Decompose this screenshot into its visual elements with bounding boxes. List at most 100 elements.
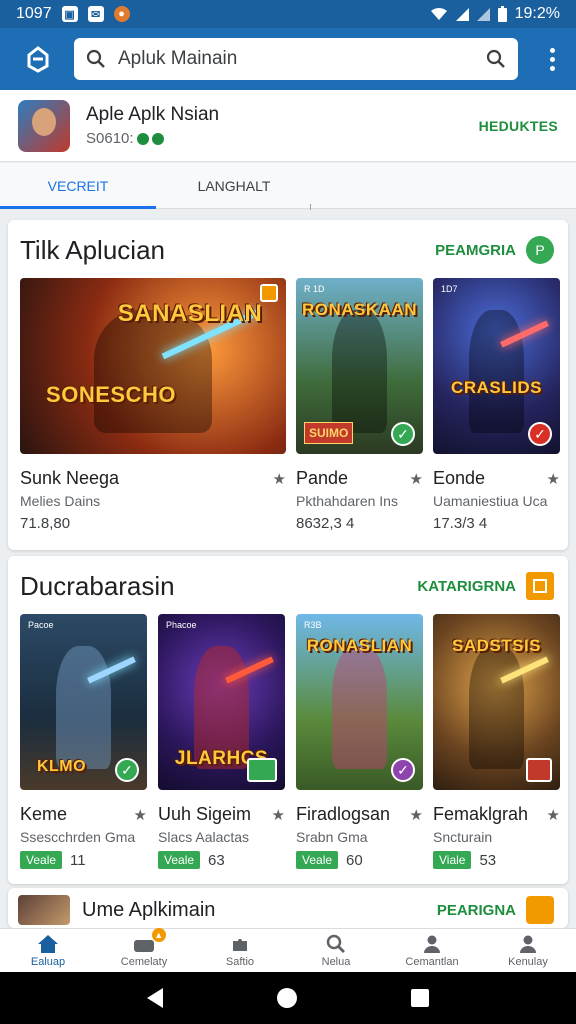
star-icon[interactable]: ★: [410, 806, 423, 824]
section-badge-icon[interactable]: [526, 896, 554, 924]
home-icon: [36, 934, 60, 954]
mail-icon: ✉: [87, 6, 104, 22]
app-rating: 11: [70, 851, 86, 869]
verified-icon: [136, 132, 149, 145]
header-action-link[interactable]: HEDUKTES: [479, 118, 558, 134]
back-icon[interactable]: [147, 988, 163, 1008]
section-thumbnail[interactable]: [18, 895, 70, 925]
star-icon[interactable]: ★: [272, 806, 285, 824]
value-chip: Veale: [296, 851, 339, 869]
app-name: Femaklgrah: [433, 804, 529, 824]
app-developer: Pkthahdaren Ins: [296, 493, 398, 509]
app-tile-artwork[interactable]: Phacoe JLARHCS: [158, 614, 285, 790]
installed-check-icon: ✓: [115, 758, 139, 782]
app-icon[interactable]: [18, 99, 70, 152]
section-more-link[interactable]: PEAMGRIA: [435, 242, 516, 259]
tab-langhalt[interactable]: LANGHALT: [156, 163, 312, 208]
status-bar: 1097 ▣ ✉ ● 19:2%: [0, 0, 576, 28]
app-developer: Uamaniestiua Uca: [433, 493, 548, 509]
value-chip: Viale: [433, 851, 472, 869]
nav-label: Kenulay: [508, 955, 548, 968]
grid-view-icon[interactable]: [526, 572, 554, 600]
section-more-apps: Ume Aplkimain PEARIGNA: [8, 888, 568, 928]
artwork-title: SONESCHO: [46, 382, 176, 407]
app-tile-artwork[interactable]: R 1D RONASKAAN SUIMO ✓: [296, 278, 423, 454]
nav-item-games[interactable]: ▲ Cemelaty: [96, 928, 192, 972]
person-icon: [420, 934, 444, 954]
app-subtitle: S0610:: [86, 130, 219, 147]
app-tile[interactable]: 1D7 CRASLIDS ✓ Eonde ★ Uamaniestiua Uca 1…: [433, 278, 560, 532]
nav-item-account[interactable]: Cemantlan: [384, 929, 480, 972]
artwork-corner-label: 1D7: [441, 284, 458, 294]
tab-bar: VECREIT LANGHALT: [0, 163, 576, 209]
nav-item-profile[interactable]: Kenulay: [480, 929, 576, 972]
app-developer: Slacs Aalactas: [158, 829, 250, 845]
badge-icon: [260, 284, 278, 302]
notification-badge: ▲: [151, 928, 166, 942]
app-tile[interactable]: SANASLIAN SONESCHO Sunk Neega ★ Melies Da…: [20, 278, 286, 532]
app-header: Aple Aplk Nsian S0610: HEDUKTES: [0, 90, 576, 162]
star-icon[interactable]: ★: [547, 806, 560, 824]
rating-icon: [151, 132, 164, 145]
app-tile-artwork[interactable]: SANASLIAN SONESCHO: [20, 278, 286, 454]
section-more-link[interactable]: KATARIGRNA: [417, 578, 516, 595]
app-name: Eonde: [433, 468, 486, 488]
star-icon[interactable]: ★: [273, 470, 286, 488]
app-tile[interactable]: Pacoe KLMO ✓ Keme ★ Ssescchrden Gma Veale…: [20, 614, 147, 869]
app-tile[interactable]: SADSTSIS Femaklgrah ★ Sncturain Viale 53: [433, 614, 560, 869]
app-rating: 53: [479, 851, 497, 869]
nav-item-home[interactable]: Ealuap: [0, 929, 96, 972]
search-query[interactable]: Apluk Mainain: [118, 48, 486, 70]
app-name: Pande: [296, 468, 349, 488]
nav-item-apps[interactable]: Saftio: [192, 929, 288, 972]
app-tile-artwork[interactable]: R3B RONASLIAN ✓: [296, 614, 423, 790]
app-developer: Sncturain: [433, 829, 493, 845]
nav-label: Cemantlan: [405, 955, 459, 968]
nav-label: Nelua: [321, 955, 351, 968]
signal-secondary-icon: [476, 7, 490, 21]
recents-icon[interactable]: [411, 989, 429, 1007]
tab-divider: [310, 204, 311, 210]
star-icon[interactable]: ★: [410, 470, 423, 488]
tab-vecreit[interactable]: VECREIT: [0, 163, 156, 209]
star-icon[interactable]: ★: [134, 806, 147, 824]
signal-icon: [455, 7, 469, 21]
puzzle-icon: [228, 934, 252, 954]
app-name: Firadlogsan: [296, 804, 391, 824]
app-stat: 71.8,80: [20, 515, 71, 532]
section-badge[interactable]: P: [526, 236, 554, 264]
profile-icon: [516, 934, 540, 954]
app-developer: Melies Dains: [20, 493, 101, 509]
game-notification-icon: ●: [113, 6, 130, 22]
star-icon[interactable]: ★: [547, 470, 560, 488]
section-title: Tilk Aplucian: [20, 234, 165, 265]
app-rating: 60: [346, 851, 363, 869]
app-tile[interactable]: Phacoe JLARHCS Uuh Sigeim ★ Slacs Aalacta…: [158, 614, 285, 869]
search-submit-icon[interactable]: [486, 49, 506, 69]
app-tile[interactable]: R 1D RONASKAAN SUIMO ✓ Pande ★ Pkthahdare…: [296, 278, 423, 532]
favorite-check-icon: ✓: [528, 422, 552, 446]
app-tile-artwork[interactable]: SADSTSIS: [433, 614, 560, 790]
search-input[interactable]: Apluk Mainain: [74, 38, 518, 80]
nav-item-search[interactable]: Nelua: [288, 929, 384, 972]
app-tile-artwork[interactable]: 1D7 CRASLIDS ✓: [433, 278, 560, 454]
overflow-menu-icon[interactable]: [542, 39, 562, 79]
store-logo-icon[interactable]: [14, 35, 62, 83]
status-chip-icon: [526, 758, 552, 782]
app-bar: Apluk Mainain: [0, 28, 576, 90]
bottom-navigation: Ealuap ▲ Cemelaty Saftio Nelua Cemantlan…: [0, 928, 576, 972]
artwork-title: SANASLIAN: [117, 300, 263, 327]
app-tile-artwork[interactable]: Pacoe KLMO ✓: [20, 614, 147, 790]
section-more-link[interactable]: PEARIGNA: [437, 902, 516, 919]
app-subtitle-text: S0610:: [86, 130, 134, 147]
app-tile[interactable]: R3B RONASLIAN ✓ Firadlogsan ★ Srabn Gma V…: [296, 614, 423, 869]
nav-label: Saftio: [225, 955, 255, 968]
search-icon[interactable]: [86, 49, 106, 69]
wifi-icon: [430, 7, 447, 20]
battery-icon: [497, 6, 507, 22]
system-navigation-bar: [0, 972, 576, 1024]
artwork-corner-label: R 1D: [304, 284, 325, 294]
app-stat: 8632,3 4: [296, 515, 355, 532]
section-title: Ume Aplkimain: [82, 898, 216, 921]
home-button-icon[interactable]: [277, 988, 297, 1008]
